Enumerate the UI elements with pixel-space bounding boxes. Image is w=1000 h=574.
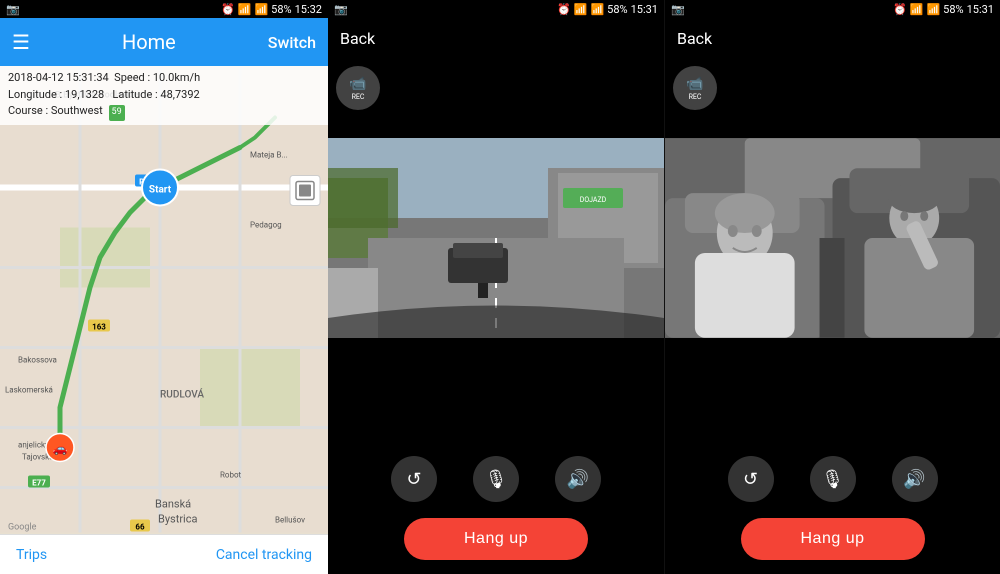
svg-text:Robot: Robot [220, 471, 242, 480]
speed-label: Speed : [114, 71, 150, 84]
status-right-icons: ⏰ 📶 📶 58% 15:32 [221, 3, 322, 16]
rotate-button-front[interactable]: ↺ [391, 456, 437, 502]
alarm-icon: ⏰ [221, 3, 235, 16]
mic-icon-rear: 🎙 [821, 469, 844, 490]
rotate-icon-rear: ↺ [743, 469, 758, 490]
map-svg: R1 E77 163 66 B.Bystrica-Podlavice Pedag… [0, 66, 328, 534]
status-left-icon: 📷 [6, 3, 20, 16]
v2-battery-text: 58% [943, 3, 963, 16]
svg-text:66: 66 [135, 523, 145, 532]
svg-text:DOJAZD: DOJAZD [580, 196, 607, 204]
video-rear-cam-icon: 📷 [671, 3, 685, 16]
course-value: Southwest [51, 104, 103, 117]
video-front-controls: ↺ 🎙 🔊 [328, 446, 664, 510]
svg-text:Pedagog: Pedagog [250, 221, 282, 230]
map-app-bar: ☰ Home Switch [0, 18, 328, 66]
video-cam-icon: 📷 [334, 3, 348, 16]
trips-link[interactable]: Trips [16, 547, 47, 563]
signal-icon: 📶 [254, 3, 268, 16]
video-rear-black-bottom [665, 338, 1000, 398]
hangup-button-rear[interactable]: Hang up [741, 518, 925, 560]
camera-rec-icon-rear: 📹 [686, 76, 703, 92]
v2-wifi-icon: 📶 [910, 3, 924, 16]
svg-text:RUDLOVÁ: RUDLOVÁ [160, 388, 204, 401]
video-rear-status-bar: 📷 ⏰ 📶 📶 58% 15:31 [665, 0, 1000, 18]
svg-text:Bellušov: Bellušov [275, 516, 305, 525]
v1-time-text: 15:31 [631, 3, 658, 16]
switch-button[interactable]: Switch [268, 33, 316, 52]
back-button-front[interactable]: Back [340, 29, 375, 48]
rotate-button-rear[interactable]: ↺ [728, 456, 774, 502]
cancel-tracking-link[interactable]: Cancel tracking [216, 547, 312, 563]
video-rear-hangup-area: Hang up [665, 510, 1000, 574]
video-rear-image [665, 138, 1000, 338]
video-front-feed: 📹 REC [328, 58, 664, 446]
longitude-value: 19,1328 [65, 88, 104, 101]
back-button-rear[interactable]: Back [677, 29, 712, 48]
svg-text:Bystrica: Bystrica [158, 513, 197, 526]
video-front-status-bar: 📷 ⏰ 📶 📶 58% 15:31 [328, 0, 664, 18]
svg-text:Bakossova: Bakossova [18, 356, 57, 365]
datetime-text: 2018-04-12 15:31:34 [8, 71, 109, 84]
video-front-hangup-area: Hang up [328, 510, 664, 574]
map-bottom-bar: Trips Cancel tracking [0, 534, 328, 574]
video-rear-black-top [665, 58, 1000, 138]
map-panel: 📷 ⏰ 📶 📶 58% 15:32 ☰ Home Switch 2018-04-… [0, 0, 328, 574]
v1-battery-text: 58% [607, 3, 627, 16]
v1-alarm-icon: ⏰ [557, 3, 571, 16]
map-view[interactable]: R1 E77 163 66 B.Bystrica-Podlavice Pedag… [0, 66, 328, 534]
svg-text:163: 163 [92, 323, 106, 332]
map-status-bar: 📷 ⏰ 📶 📶 58% 15:32 [0, 0, 328, 18]
speaker-button-front[interactable]: 🔊 [555, 456, 601, 502]
v1-wifi-icon: 📶 [574, 3, 588, 16]
svg-text:Laskomerská: Laskomerská [5, 386, 53, 395]
video-rear-feed: 📹 REC [665, 58, 1000, 446]
rec-button-front[interactable]: 📹 REC [336, 66, 380, 110]
svg-text:🚗: 🚗 [53, 442, 68, 456]
mic-icon-front: 🎙 [485, 469, 508, 490]
v1-signal-icon: 📶 [590, 3, 604, 16]
battery-text: 58% [271, 3, 291, 16]
rec-button-rear[interactable]: 📹 REC [673, 66, 717, 110]
wifi-icon: 📶 [238, 3, 252, 16]
video-front-panel: 📷 ⏰ 📶 📶 58% 15:31 Back 📹 REC [328, 0, 664, 574]
speed-value: 10.0km/h [153, 71, 200, 84]
v2-signal-icon: 📶 [926, 3, 940, 16]
mic-button-front[interactable]: 🎙 [473, 456, 519, 502]
svg-text:Banská: Banská [155, 498, 191, 511]
video-rear-panel: 📷 ⏰ 📶 📶 58% 15:31 Back 📹 REC [664, 0, 1000, 574]
speaker-icon-rear: 🔊 [903, 469, 925, 490]
rotate-icon-front: ↺ [406, 469, 421, 490]
video-front-top-bar: Back [328, 18, 664, 58]
video-rear-top-bar: Back [665, 18, 1000, 58]
speaker-icon-front: 🔊 [567, 469, 589, 490]
longitude-label: Longitude : [8, 88, 62, 101]
video-front-black-top [328, 58, 664, 138]
v2-alarm-icon: ⏰ [893, 3, 907, 16]
video-rear-controls: ↺ 🎙 🔊 [665, 446, 1000, 510]
speaker-button-rear[interactable]: 🔊 [892, 456, 938, 502]
course-label: Course : [8, 104, 48, 117]
latitude-value: 48,7392 [160, 88, 199, 101]
svg-text:Start: Start [149, 185, 172, 196]
rec-label-front: REC [352, 93, 365, 101]
camera-rec-icon: 📹 [349, 76, 366, 92]
video-front-black-bottom [328, 338, 664, 398]
rec-label-rear: REC [689, 93, 702, 101]
info-bar: 2018-04-12 15:31:34 Speed : 10.0km/h Lon… [0, 66, 328, 125]
hangup-button-front[interactable]: Hang up [404, 518, 588, 560]
v2-time-text: 15:31 [967, 3, 994, 16]
app-title: Home [122, 30, 176, 54]
svg-text:E77: E77 [32, 479, 46, 488]
svg-text:Mateja B...: Mateja B... [250, 151, 288, 160]
menu-icon[interactable]: ☰ [12, 30, 30, 54]
speed-badge: 59 [109, 105, 125, 121]
time-text: 15:32 [295, 3, 322, 16]
video-front-image: DOJAZD [328, 138, 664, 338]
latitude-label: Latitude : [112, 88, 157, 101]
mic-button-rear[interactable]: 🎙 [810, 456, 856, 502]
svg-text:Google: Google [8, 523, 37, 533]
